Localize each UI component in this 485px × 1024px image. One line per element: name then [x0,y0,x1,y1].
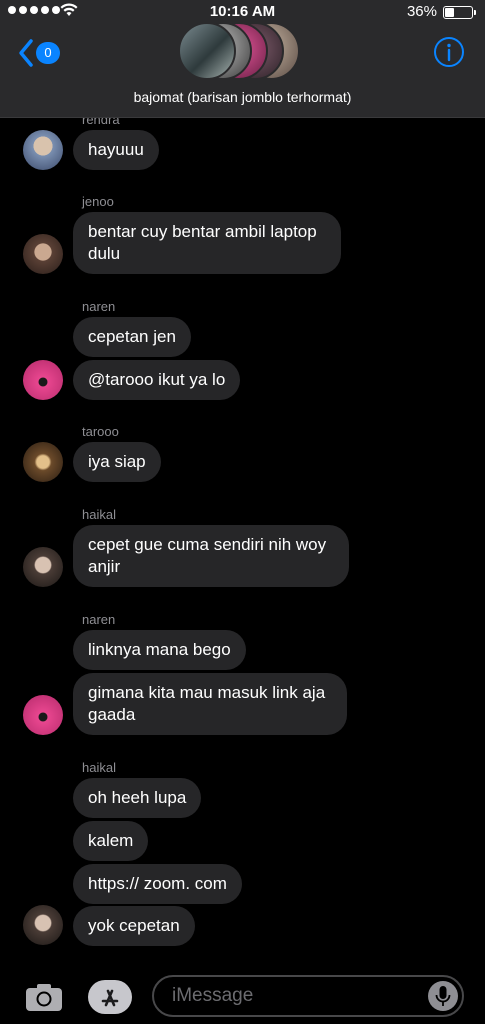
message-bubble[interactable]: hayuuu [73,130,159,170]
message-bubble[interactable]: iya siap [73,442,161,482]
sender-name: naren [82,612,116,627]
message-bubble[interactable]: gimana kita mau masuk link aja gaada [73,673,347,735]
imessage-screen: 10:16 AM 36% 0 bajomat (barisan jomblo t… [0,0,485,1024]
sender-name: jenoo [82,194,114,209]
message-input[interactable] [152,975,464,1017]
app-store-button[interactable] [88,980,132,1014]
group-avatars[interactable] [176,22,306,84]
sender-name: naren [82,299,116,314]
avatar[interactable] [23,234,63,274]
avatar[interactable] [23,360,63,400]
sender-name: tarooo [82,424,119,439]
message-bubble[interactable]: cepet gue cuma sendiri nih woy anjir [73,525,349,587]
message-bubble[interactable]: oh heeh lupa [73,778,202,818]
avatar[interactable] [23,442,63,482]
group-name[interactable]: bajomat (barisan jomblo terhormat) [0,89,485,105]
conversation-header: 10:16 AM 36% 0 bajomat (barisan jomblo t… [0,0,485,118]
avatar[interactable] [23,695,63,735]
chevron-left-icon [19,39,33,67]
microphone-icon [435,986,451,1006]
battery-percentage: 36% [406,3,437,20]
message-bubble[interactable]: https:// zoom. com [73,864,242,904]
avatar[interactable] [23,547,63,587]
message-bubble[interactable]: linknya mana bego [73,630,246,670]
dictation-button[interactable] [428,981,458,1011]
camera-button[interactable] [24,982,64,1012]
back-button[interactable]: 0 [16,36,66,70]
message-bubble[interactable]: @tarooo ikut ya lo [73,360,241,400]
group-avatar [178,22,236,80]
info-button[interactable] [433,36,465,68]
message-bubble[interactable]: cepetan jen [73,317,191,357]
camera-icon [26,984,62,1011]
info-icon [434,37,464,67]
app-store-icon [101,989,119,1007]
avatar[interactable] [23,905,63,945]
compose-bar [0,968,485,1024]
message-bubble[interactable]: kalem [73,821,149,861]
message-bubble[interactable]: yok cepetan [73,906,195,946]
status-bar: 10:16 AM 36% [0,0,485,24]
sender-name: haikal [82,507,116,522]
sender-name: haikal [82,760,116,775]
sender-name: rendra [82,118,120,127]
battery-icon [443,6,476,19]
message-bubble[interactable]: bentar cuy bentar ambil laptop dulu [73,212,341,274]
message-list[interactable]: rendra hayuuu jenoo bentar cuy bentar am… [0,118,485,968]
unread-count-badge: 0 [36,42,60,64]
avatar[interactable] [23,130,63,170]
